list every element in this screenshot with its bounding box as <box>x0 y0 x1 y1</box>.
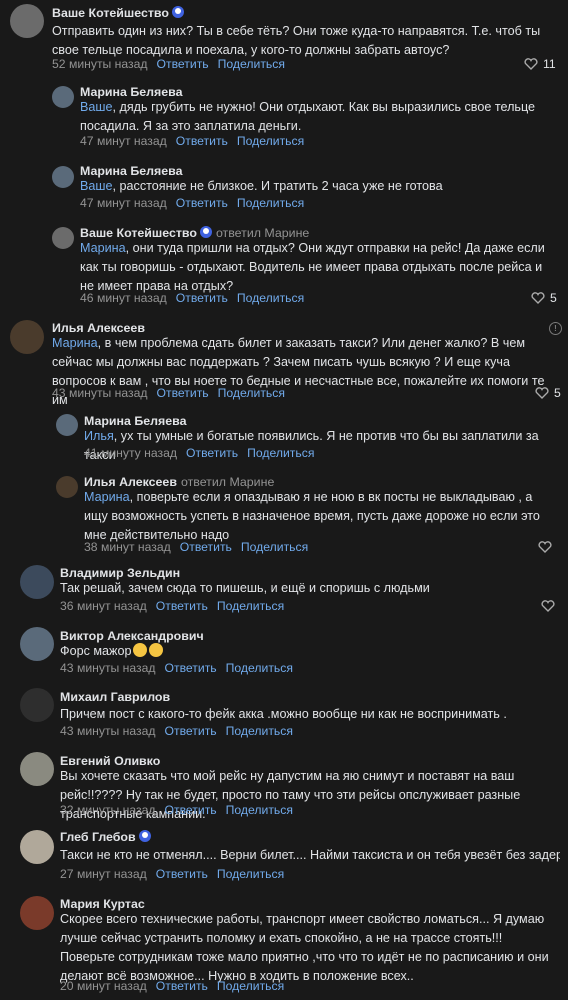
share-button[interactable]: Поделиться <box>241 540 308 554</box>
mention-link[interactable]: Марина <box>80 241 126 255</box>
comment-text: Так решай, зачем сюда то пишешь, и ещё и… <box>60 581 430 595</box>
comment-text: Марина, они туда пришли на отдых? Они жд… <box>80 241 545 293</box>
reply-button[interactable]: Ответить <box>176 196 228 210</box>
comment-text: Скорее всего технические работы, транспо… <box>60 912 549 983</box>
reply-button[interactable]: Ответить <box>157 57 209 71</box>
avatar[interactable] <box>10 320 44 354</box>
share-button[interactable]: Поделиться <box>218 57 285 71</box>
share-button[interactable]: Поделиться <box>247 446 314 460</box>
like-button[interactable]: 5 <box>535 386 561 400</box>
like-button[interactable]: 11 <box>524 57 556 71</box>
mention-link[interactable]: Марина <box>84 490 130 504</box>
avatar[interactable] <box>20 896 54 930</box>
author-name[interactable]: Илья Алексеев <box>52 321 145 335</box>
comment-text: Отправить один из них? Ты в себе тёть? О… <box>52 24 541 57</box>
avatar[interactable] <box>20 752 54 786</box>
share-button[interactable]: Поделиться <box>226 661 293 675</box>
verified-icon <box>171 6 184 18</box>
heart-icon <box>541 600 555 612</box>
verified-icon <box>199 226 212 238</box>
heart-icon <box>524 58 538 70</box>
comment-meta: 47 минут назад Ответить Поделиться <box>80 196 305 210</box>
reply-button[interactable]: Ответить <box>186 446 238 460</box>
mention-link[interactable]: Ваше <box>80 179 113 193</box>
reply-button[interactable]: Ответить <box>156 867 208 881</box>
comment-text: Марина, поверьте если я опаздываю я не н… <box>84 490 540 542</box>
reply-button[interactable]: Ответить <box>180 540 232 554</box>
comment-meta: 32 минуты назад Ответить Поделиться <box>60 803 293 817</box>
comment-meta: 41 минуту назад Ответить Поделиться <box>84 446 315 460</box>
author-name[interactable]: Ваше Котейшество ответил Марине <box>80 226 309 240</box>
share-button[interactable]: Поделиться <box>237 291 304 305</box>
avatar[interactable] <box>52 227 74 249</box>
avatar[interactable] <box>56 476 78 498</box>
comment-meta: 20 минут назад Ответить Поделиться <box>60 979 285 993</box>
comment-meta: 52 минуты назад Ответить Поделиться <box>52 57 285 71</box>
author-name[interactable]: Илья Алексеев ответил Марине <box>84 475 274 489</box>
share-button[interactable]: Поделиться <box>226 803 293 817</box>
comment-text: Причем пост с какого-то фейк акка .можно… <box>60 707 507 721</box>
author-name[interactable]: Виктор Александрович <box>60 629 204 643</box>
comment-text: Форс мажор <box>60 642 550 661</box>
comment-text: Ваше, расстояние не близкое. И тратить 2… <box>80 179 443 193</box>
avatar[interactable] <box>10 4 44 38</box>
verified-icon <box>138 830 151 842</box>
reply-button[interactable]: Ответить <box>156 599 208 613</box>
comment-meta: 43 минуты назад Ответить Поделиться <box>60 724 293 738</box>
comment-meta: 43 минуты назад Ответить Поделиться <box>52 386 285 400</box>
comment-meta: 43 минуты назад Ответить Поделиться <box>60 661 293 675</box>
comment-text: Ваше, дядь грубить не нужно! Они отдыхаю… <box>80 100 536 133</box>
share-button[interactable]: Поделиться <box>217 979 284 993</box>
avatar[interactable] <box>20 565 54 599</box>
share-button[interactable]: Поделиться <box>217 599 284 613</box>
avatar[interactable] <box>56 414 78 436</box>
avatar[interactable] <box>52 166 74 188</box>
author-name[interactable]: Евгений Оливко <box>60 754 160 768</box>
heart-icon <box>538 541 552 553</box>
avatar[interactable] <box>20 830 54 864</box>
like-button[interactable] <box>538 540 557 554</box>
reply-button[interactable]: Ответить <box>157 386 209 400</box>
avatar[interactable] <box>20 688 54 722</box>
comment-meta: 47 минут назад Ответить Поделиться <box>80 134 305 148</box>
author-name[interactable]: Владимир Зельдин <box>60 566 180 580</box>
reply-button[interactable]: Ответить <box>176 291 228 305</box>
avatar[interactable] <box>20 627 54 661</box>
author-name[interactable]: Мария Куртас <box>60 897 145 911</box>
comment-meta: 27 минут назад Ответить Поделиться <box>60 867 285 881</box>
comment-meta: 36 минут назад Ответить Поделиться <box>60 599 285 613</box>
reply-button[interactable]: Ответить <box>165 803 217 817</box>
author-name[interactable]: Марина Беляева <box>80 164 183 178</box>
share-button[interactable]: Поделиться <box>217 867 284 881</box>
heart-icon <box>535 387 549 399</box>
reply-button[interactable]: Ответить <box>165 661 217 675</box>
like-button[interactable] <box>541 599 560 613</box>
share-button[interactable]: Поделиться <box>226 724 293 738</box>
mention-link[interactable]: Марина <box>52 336 98 350</box>
share-button[interactable]: Поделиться <box>237 196 304 210</box>
share-button[interactable]: Поделиться <box>237 134 304 148</box>
author-name[interactable]: Михаил Гаврилов <box>60 690 170 704</box>
thinking-emoji-icon <box>133 643 148 657</box>
ok-hand-emoji-icon <box>149 643 164 657</box>
like-button[interactable]: 5 <box>531 291 557 305</box>
reply-button[interactable]: Ответить <box>176 134 228 148</box>
author-name[interactable]: Марина Беляева <box>80 85 183 99</box>
comment-meta: 46 минут назад Ответить Поделиться <box>80 291 305 305</box>
comment-text: Такси не кто не отменял.... Верни билет.… <box>60 848 560 862</box>
comment-meta: 38 минут назад Ответить Поделиться <box>84 540 309 554</box>
avatar[interactable] <box>52 86 74 108</box>
author-name[interactable]: Глеб Глебов <box>60 830 151 844</box>
author-name[interactable]: Ваше Котейшество <box>52 6 184 20</box>
reply-button[interactable]: Ответить <box>156 979 208 993</box>
mention-link[interactable]: Ваше <box>80 100 113 114</box>
author-name[interactable]: Марина Беляева <box>84 414 187 428</box>
mention-link[interactable]: Илья <box>84 429 114 443</box>
reply-button[interactable]: Ответить <box>165 724 217 738</box>
share-button[interactable]: Поделиться <box>218 386 285 400</box>
heart-icon <box>531 292 545 304</box>
